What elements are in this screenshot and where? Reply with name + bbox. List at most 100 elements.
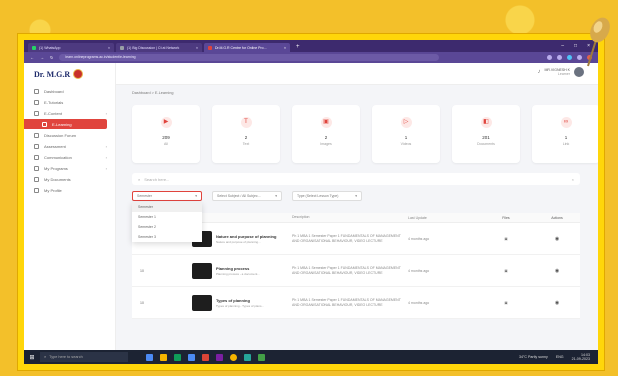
chevron-down-icon: ▾ <box>355 194 357 198</box>
video-thumbnail[interactable] <box>192 294 212 311</box>
stat-card-documents[interactable]: ◧ 201 Documents <box>452 105 520 163</box>
weather-widget[interactable]: 34°C Partly sunny <box>519 355 548 359</box>
app-icon[interactable] <box>216 353 223 361</box>
sidebar-item-dashboard[interactable]: Dashboard <box>24 86 115 96</box>
top-header: ♪ MR.VIGNESH K Learner <box>116 63 598 85</box>
app-icon[interactable] <box>174 353 181 361</box>
user-menu[interactable]: ♪ MR.VIGNESH K Learner <box>538 67 584 77</box>
sidebar-item-discussion-forum[interactable]: Discussion Forum <box>24 130 115 140</box>
column-header: Description <box>292 215 310 219</box>
clear-icon[interactable]: × <box>572 177 574 182</box>
extension-icon[interactable] <box>567 55 572 60</box>
video-thumbnail[interactable] <box>192 262 212 279</box>
description-cell: Ph 1 MBA 1 Semester Paper 1 FUNDAMENTALS… <box>292 297 401 307</box>
address-bar: ← → ↻ learn.onlineprograms.ac.in/student… <box>24 52 598 63</box>
column-header: Files <box>502 215 510 220</box>
stat-label: Documents <box>477 142 495 146</box>
stat-card-text[interactable]: T 2 Text <box>212 105 280 163</box>
breadcrumb: Dashboard > E-Learning <box>132 91 174 95</box>
tab-label: Dr.M.G.R Centre for Online Pro... <box>215 45 267 50</box>
select-value: Semester <box>137 194 152 198</box>
row-number: 10 <box>140 300 144 305</box>
app-icon[interactable] <box>202 353 209 361</box>
stat-card-link[interactable]: ∞ 1 Link <box>532 105 598 163</box>
stat-value: 2 <box>244 135 248 140</box>
sidebar-item-label: My Profile <box>44 187 62 193</box>
close-icon[interactable]: × <box>284 46 286 50</box>
back-icon[interactable]: ← <box>30 55 34 60</box>
sidebar-item-my-programs[interactable]: My Programs › <box>24 163 115 173</box>
chevron-right-icon: › <box>105 143 107 149</box>
chrome-icon[interactable] <box>230 353 237 361</box>
sidebar-item-e-tutorials[interactable]: E-Tutorials <box>24 97 115 107</box>
table-row[interactable]: 10 Types of planning Types of planning - … <box>132 287 580 319</box>
app-icon[interactable] <box>160 353 167 361</box>
chat-icon <box>34 154 39 160</box>
topic-subtitle: Types of planning - Types of plans... <box>216 303 264 308</box>
tab-discussion[interactable]: (1) Big Discussion | Ct at Network × <box>116 43 202 52</box>
search-input[interactable]: ⌕ Search here... × <box>132 173 580 185</box>
view-icon[interactable]: ◉ <box>534 236 580 242</box>
search-icon: ⌕ <box>138 176 141 182</box>
app-icon[interactable] <box>188 353 195 361</box>
minimize-icon[interactable]: – <box>561 40 564 52</box>
stat-label: Images <box>320 142 332 146</box>
language-indicator[interactable]: ENG <box>556 355 564 359</box>
url-input[interactable]: learn.onlineprograms.ac.in/student/e-lea… <box>59 54 440 61</box>
file-icon[interactable]: ▣ <box>478 301 534 305</box>
stat-card-videos[interactable]: ▷ 1 Videos <box>372 105 440 163</box>
taskbar-search[interactable]: ⌕ Type here to search <box>40 352 128 362</box>
dropdown-option[interactable]: Semester 3 <box>132 232 202 242</box>
image-icon: ▣ <box>320 117 332 128</box>
sidebar-item-communication[interactable]: Communication › <box>24 152 115 162</box>
site-icon <box>120 45 124 50</box>
sidebar-item-e-content[interactable]: E-Content › <box>24 108 115 118</box>
app-icon[interactable] <box>258 353 265 361</box>
brand-name: Dr. M.G.R <box>34 69 71 79</box>
clock[interactable]: 14:03 21-09-2023 <box>572 353 590 362</box>
stat-value: 1 <box>564 135 568 140</box>
tab-whatsapp[interactable]: (1) WhatsApp × <box>28 43 114 52</box>
table-row[interactable]: 10 Planning process Planning process - a … <box>132 255 580 287</box>
close-icon[interactable]: × <box>196 46 198 50</box>
semester-select[interactable]: Semester ▾ <box>132 191 202 201</box>
sidebar-item-assessment[interactable]: Assessment › <box>24 141 115 151</box>
app-icon[interactable] <box>244 353 251 361</box>
dropdown-option[interactable]: Semester 2 <box>132 222 202 232</box>
tab-mgr-portal[interactable]: Dr.M.G.R Centre for Online Pro... × <box>204 43 290 52</box>
view-icon[interactable]: ◉ <box>534 300 580 306</box>
type-select[interactable]: Type (Select Lesson Type) ▾ <box>292 191 362 201</box>
assessment-icon <box>34 143 39 149</box>
bell-icon[interactable]: ♪ <box>538 69 541 75</box>
brand-logo: Dr. M.G.R <box>24 63 115 85</box>
file-icon[interactable]: ▣ <box>478 237 534 241</box>
reload-icon[interactable]: ↻ <box>50 55 53 60</box>
view-icon[interactable]: ◉ <box>534 268 580 274</box>
windows-start-icon[interactable]: ⊞ <box>24 354 40 361</box>
folder-icon <box>34 176 39 182</box>
sidebar-item-my-documents[interactable]: My Documents <box>24 174 115 184</box>
stat-card-images[interactable]: ▣ 2 Images <box>292 105 360 163</box>
sidebar-item-label: Discussion Forum <box>44 132 77 138</box>
app-icon[interactable] <box>146 353 153 361</box>
dropdown-option[interactable]: Semester 1 <box>132 212 202 222</box>
sidebar-item-my-profile[interactable]: My Profile <box>24 185 115 195</box>
extension-icon[interactable] <box>557 55 562 60</box>
stat-card-all[interactable]: ▶ 209 All <box>132 105 200 163</box>
play-icon: ▶ <box>160 117 172 128</box>
last-update-cell: 4 months ago <box>408 236 430 241</box>
forward-icon[interactable]: → <box>40 55 44 60</box>
photo-frame: (1) WhatsApp × (1) Big Discussion | Ct a… <box>18 34 604 370</box>
tab-label: (1) Big Discussion | Ct at Network <box>127 45 180 50</box>
sidebar-item-e-learning[interactable]: E-Learning <box>24 119 107 129</box>
dropdown-option[interactable]: Semester <box>132 202 202 212</box>
sidebar-item-label: My Documents <box>44 176 71 182</box>
extension-icon[interactable] <box>547 55 552 60</box>
close-icon[interactable]: × <box>108 46 110 50</box>
seal-icon <box>73 69 84 79</box>
last-update-cell: 4 months ago <box>408 268 430 273</box>
new-tab-icon[interactable]: + <box>296 43 300 52</box>
maximize-icon[interactable]: □ <box>574 40 577 52</box>
file-icon[interactable]: ▣ <box>478 269 534 273</box>
subject-select[interactable]: Select Subject / All Subjec... ▾ <box>212 191 282 201</box>
